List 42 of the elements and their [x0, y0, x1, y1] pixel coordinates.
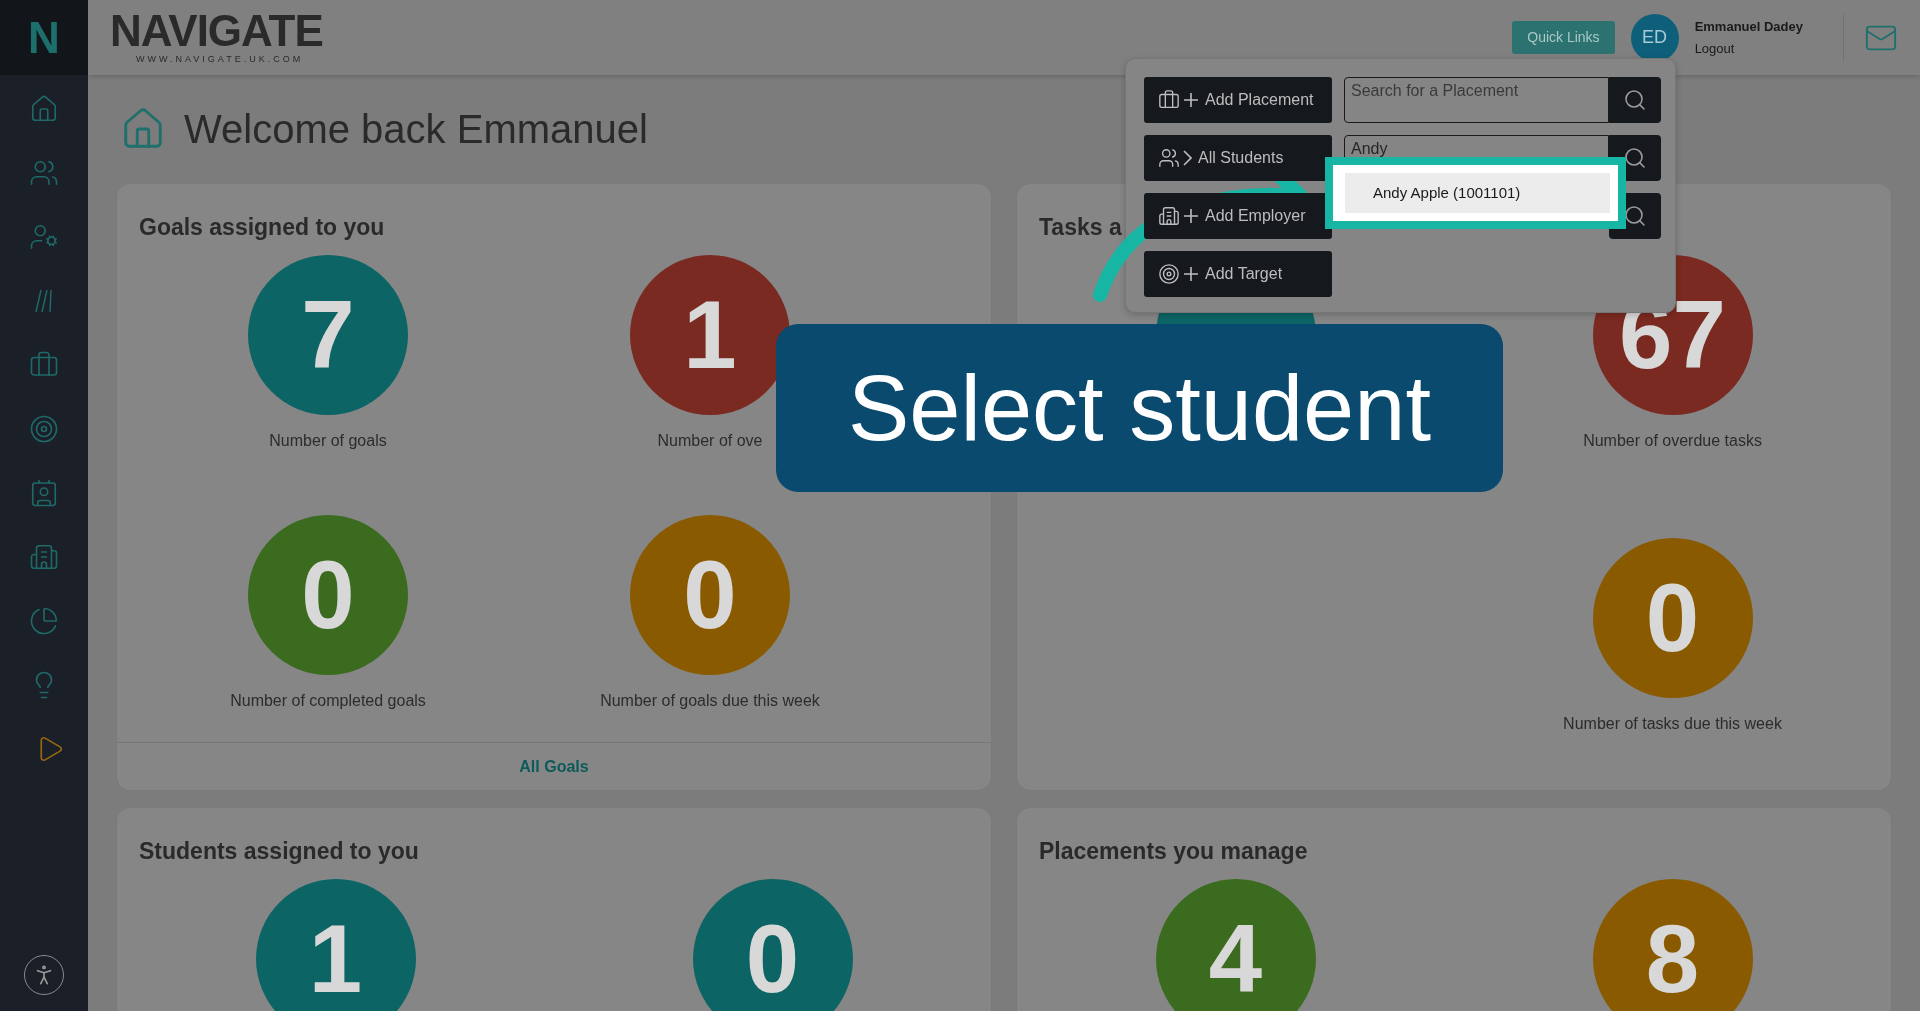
- search-field[interactable]: Search for a Placement: [1344, 77, 1609, 123]
- quick-action-button[interactable]: All Students: [1144, 135, 1332, 181]
- slashes-icon[interactable]: [35, 289, 53, 313]
- plus-icon: [1183, 266, 1199, 282]
- card-title: Students assigned to you: [139, 837, 419, 866]
- callout-text: Select student: [847, 362, 1431, 454]
- contact-card-icon[interactable]: [29, 478, 59, 508]
- building-icon[interactable]: [29, 542, 59, 572]
- user-gear-icon[interactable]: [29, 222, 59, 252]
- users-icon: [1158, 147, 1180, 169]
- plus-icon: [1183, 92, 1199, 108]
- card-title: Goals assigned to you: [139, 213, 385, 242]
- stat-label: Number of ove: [657, 430, 763, 451]
- card-title: Placements you manage: [1039, 837, 1308, 866]
- search-icon: [1623, 204, 1647, 228]
- search-icon: [1623, 88, 1647, 112]
- quick-action-button[interactable]: Add Employer: [1144, 193, 1332, 239]
- stat-label: Number of goals: [269, 430, 387, 451]
- chevron-right-icon: [1183, 150, 1192, 166]
- quick-action-button[interactable]: Add Placement: [1144, 77, 1332, 123]
- stat-label: Number of overdue tasks: [1583, 430, 1762, 451]
- stat-label: Number of completed goals: [230, 691, 426, 712]
- target-icon[interactable]: [29, 414, 59, 444]
- brand-url: WWW.NAVIGATE.UK.COM: [136, 52, 305, 66]
- stat-label: Number of goals due this week: [600, 691, 820, 712]
- home-icon[interactable]: [29, 94, 59, 124]
- brand-logo[interactable]: NAVIGATE: [110, 8, 323, 53]
- building-icon: [1158, 205, 1180, 227]
- target-icon: [1158, 263, 1180, 285]
- plus-icon: [1183, 208, 1199, 224]
- quick-action-button[interactable]: Add Target: [1144, 251, 1332, 297]
- suggestion-item[interactable]: Andy Apple (1001101): [1345, 173, 1610, 213]
- search-icon: [1623, 146, 1647, 170]
- pie-chart-icon[interactable]: [29, 606, 59, 636]
- briefcase-icon: [1158, 89, 1180, 111]
- user-name: Emmanuel Dadey: [1694, 18, 1803, 36]
- users-icon[interactable]: [29, 158, 59, 188]
- logout-link[interactable]: Logout: [1694, 38, 1803, 58]
- page-title: Welcome back Emmanuel: [184, 106, 648, 153]
- card-title: Tasks a: [1039, 213, 1122, 242]
- stat-label: Number of tasks due this week: [1563, 714, 1782, 735]
- quick-links-button[interactable]: Quick Links: [1512, 21, 1615, 54]
